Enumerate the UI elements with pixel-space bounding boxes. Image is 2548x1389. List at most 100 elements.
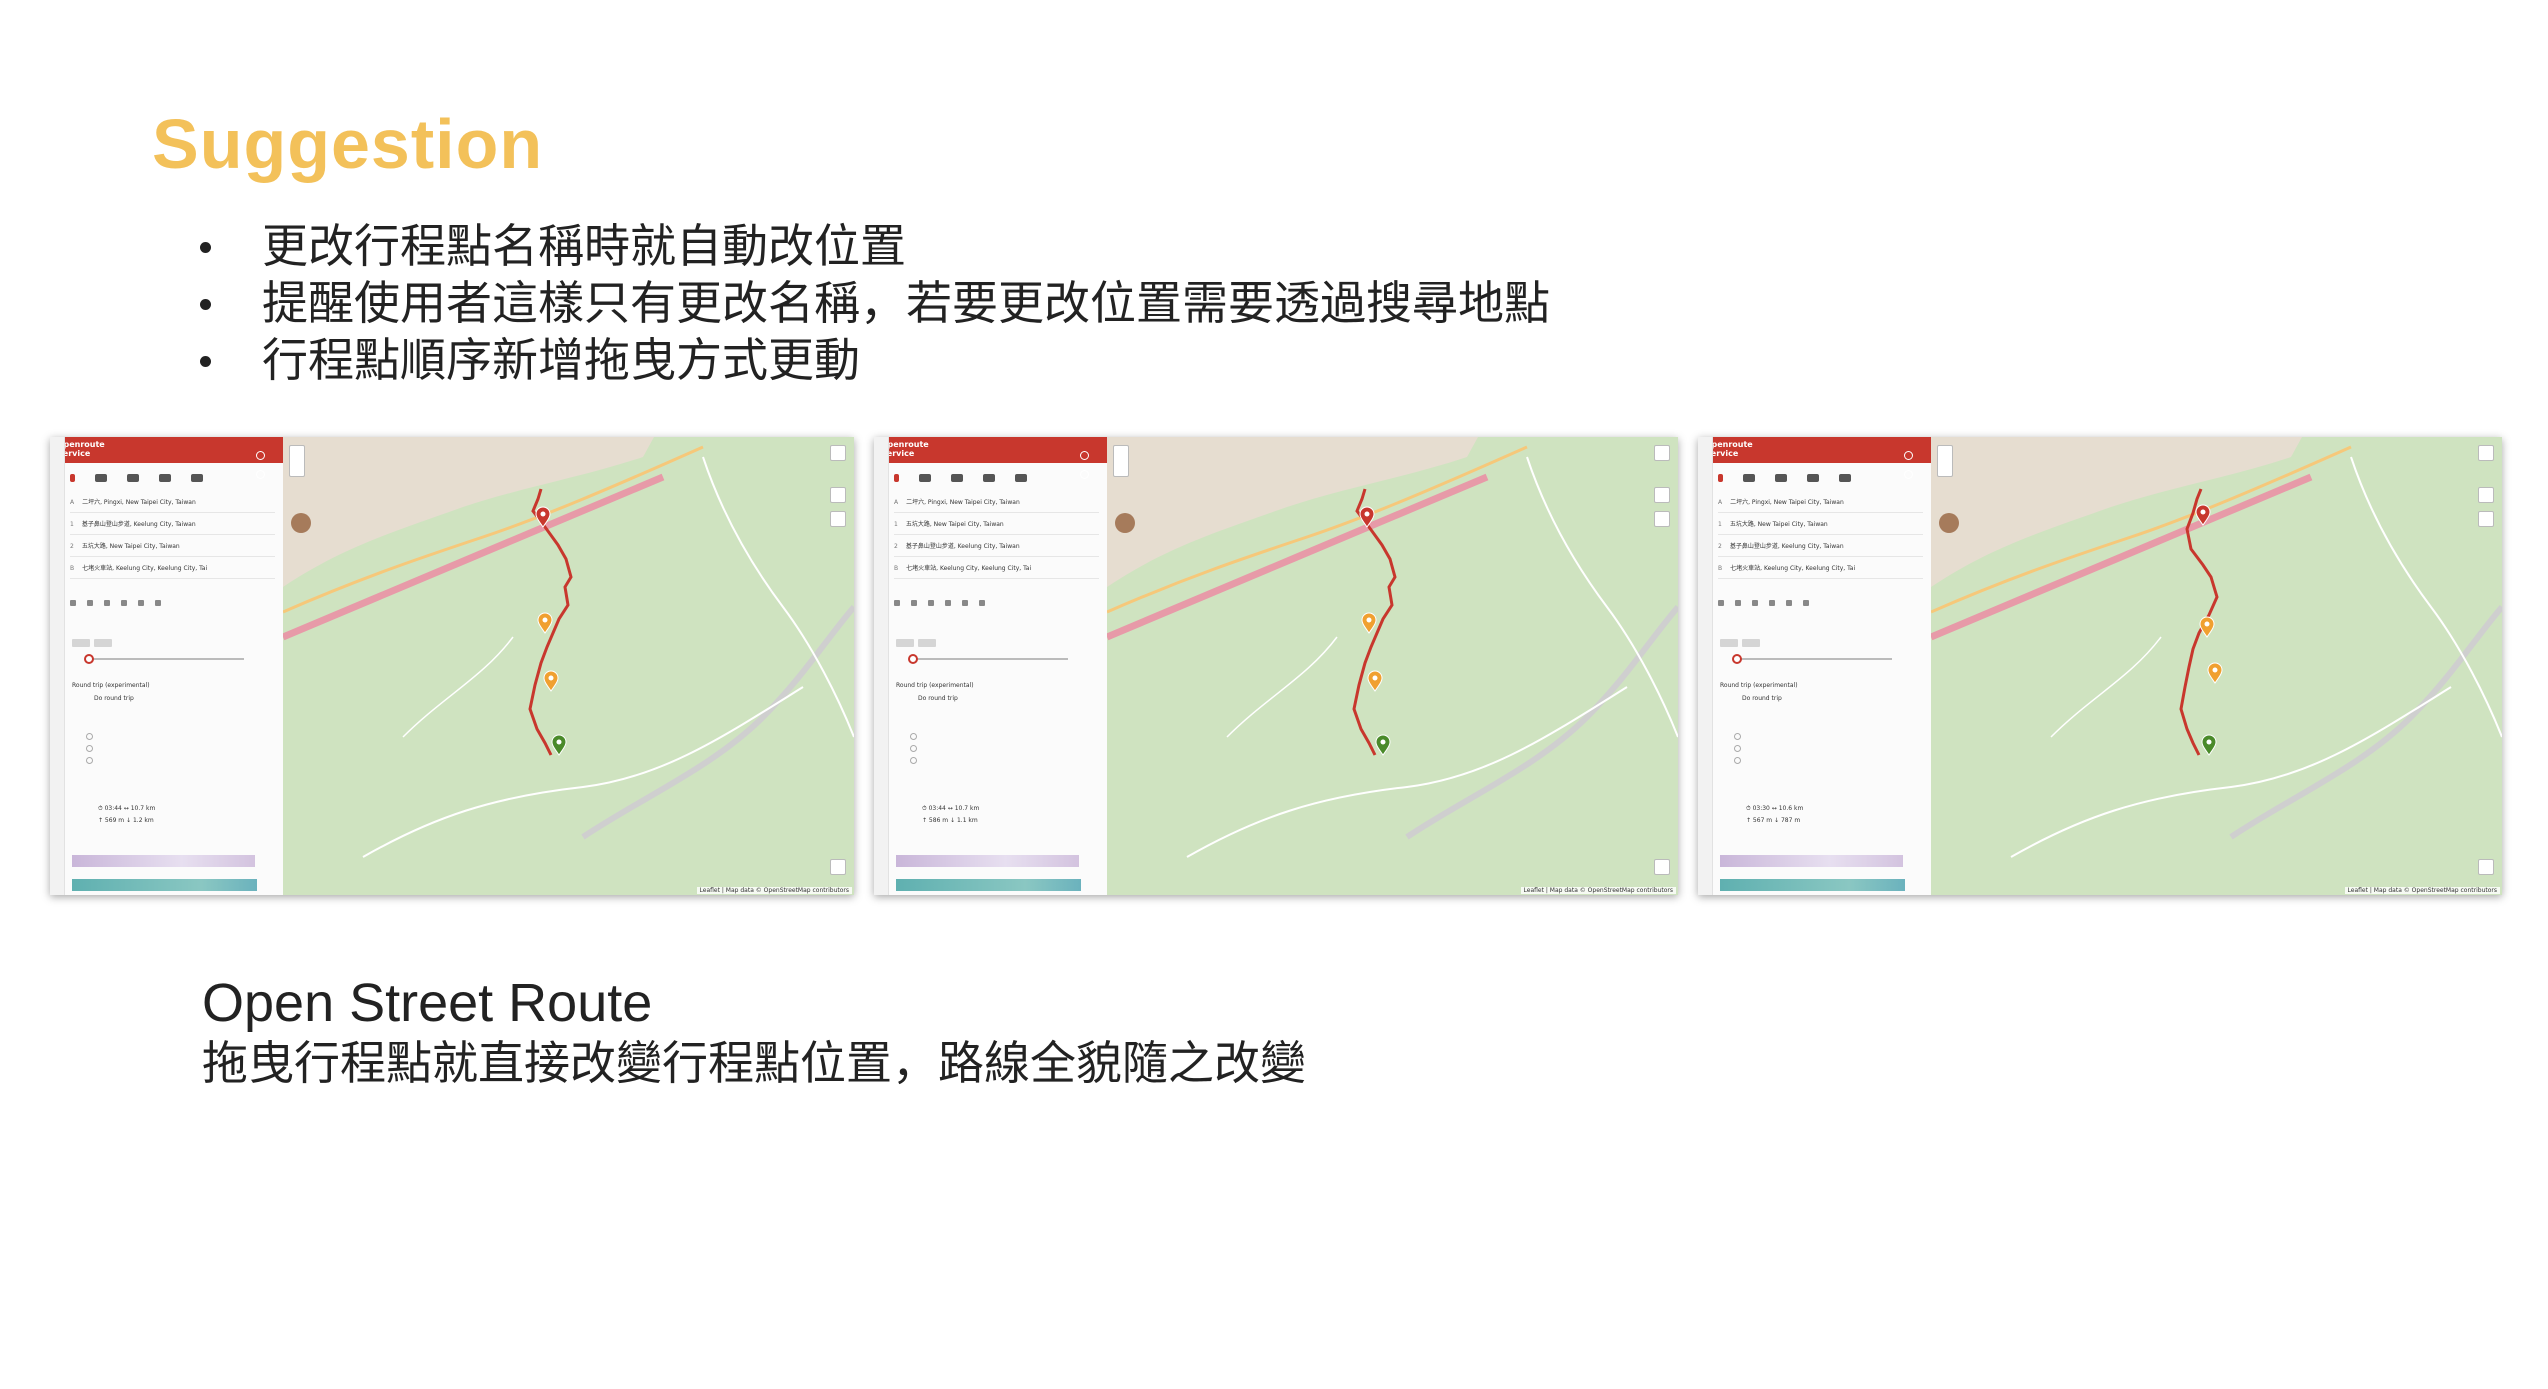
option-chip[interactable]	[94, 639, 112, 647]
option-chip[interactable]	[1720, 639, 1738, 647]
option-radio[interactable]	[1734, 733, 1741, 740]
bike-icon[interactable]	[951, 474, 963, 482]
share-icon[interactable]	[962, 600, 968, 606]
wheelchair-icon[interactable]	[1839, 474, 1851, 482]
locate-icon[interactable]	[830, 511, 846, 527]
layers-icon[interactable]	[830, 487, 846, 503]
walk-icon[interactable]	[159, 474, 171, 482]
reverse-icon[interactable]	[1752, 600, 1758, 606]
do-round-trip-toggle[interactable]: Do round trip	[94, 695, 134, 702]
option-radio[interactable]	[1734, 745, 1741, 752]
waypoint-row[interactable]: 1 五坑大路, New Taipei City, Taiwan	[894, 516, 1099, 535]
share-icon[interactable]	[138, 600, 144, 606]
map-view[interactable]: Leaflet | Map data © OpenStreetMap contr…	[283, 437, 854, 895]
download-icon[interactable]	[979, 600, 985, 606]
fullscreen-icon[interactable]	[1654, 859, 1670, 875]
left-rail	[50, 437, 65, 895]
route-summary: ⏱ 03:30 ↔ 10.6 km	[1746, 805, 1804, 812]
zoom-control[interactable]	[1937, 445, 1953, 477]
layers-icon[interactable]	[1654, 487, 1670, 503]
option-radio[interactable]	[1734, 757, 1741, 764]
locate-icon[interactable]	[1654, 511, 1670, 527]
bike-icon[interactable]	[127, 474, 139, 482]
fullscreen-icon[interactable]	[830, 859, 846, 875]
share-icon[interactable]	[1786, 600, 1792, 606]
option-chip[interactable]	[72, 639, 90, 647]
fullscreen-icon[interactable]	[2478, 859, 2494, 875]
reverse-icon[interactable]	[104, 600, 110, 606]
do-round-trip-toggle[interactable]: Do round trip	[1742, 695, 1782, 702]
route-slider-handle[interactable]	[908, 654, 918, 664]
route-slider-track[interactable]	[1734, 658, 1892, 660]
waypoint-text: 基子鼻山登山步道, Keelung City, Taiwan	[81, 521, 196, 528]
walk-icon[interactable]	[1807, 474, 1819, 482]
bike-icon[interactable]	[1775, 474, 1787, 482]
option-radio[interactable]	[910, 757, 917, 764]
waypoint-row[interactable]: 1 基子鼻山登山步道, Keelung City, Taiwan	[70, 516, 275, 535]
waypoint-row[interactable]: A 二坪六, Pingxi, New Taipei City, Taiwan	[1718, 494, 1923, 513]
route-slider-handle[interactable]	[1732, 654, 1742, 664]
map-attribution[interactable]: Leaflet | Map data © OpenStreetMap contr…	[1520, 887, 1676, 894]
add-icon[interactable]	[894, 600, 900, 606]
download-icon[interactable]	[1803, 600, 1809, 606]
wheelchair-icon[interactable]	[191, 474, 203, 482]
waypoint-row[interactable]: B 七堵火車站, Keelung City, Keelung City, Tai	[894, 560, 1099, 579]
car-icon[interactable]	[894, 474, 899, 482]
route-slider-track[interactable]	[86, 658, 244, 660]
option-chip[interactable]	[1742, 639, 1760, 647]
add-icon[interactable]	[1718, 600, 1724, 606]
zoom-control[interactable]	[289, 445, 305, 477]
help-icon[interactable]	[1080, 451, 1089, 460]
map-view[interactable]: Leaflet | Map data © OpenStreetMap contr…	[1931, 437, 2502, 895]
option-chip[interactable]	[896, 639, 914, 647]
route-slider-handle[interactable]	[84, 654, 94, 664]
zoom-control[interactable]	[1113, 445, 1129, 477]
route-slider-track[interactable]	[910, 658, 1068, 660]
map-attribution[interactable]: Leaflet | Map data © OpenStreetMap contr…	[2344, 887, 2500, 894]
locate-icon[interactable]	[2478, 511, 2494, 527]
optimize-icon[interactable]	[121, 600, 127, 606]
caption: Open Street Route 拖曳行程點就直接改變行程點位置，路線全貌隨之…	[202, 972, 1306, 1092]
add-icon[interactable]	[70, 600, 76, 606]
truck-icon[interactable]	[919, 474, 931, 482]
option-radio[interactable]	[86, 745, 93, 752]
option-radio[interactable]	[86, 757, 93, 764]
waypoint-row[interactable]: 2 基子鼻山登山步道, Keelung City, Taiwan	[894, 538, 1099, 557]
car-icon[interactable]	[1718, 474, 1723, 482]
waypoint-row[interactable]: 1 五坑大路, New Taipei City, Taiwan	[1718, 516, 1923, 535]
ors-side-panel: openroute service A 二坪六, Pingxi, New Taip…	[50, 437, 284, 895]
waypoint-row[interactable]: B 七堵火車站, Keelung City, Keelung City, Tai	[1718, 560, 1923, 579]
walk-icon[interactable]	[983, 474, 995, 482]
waypoint-row[interactable]: B 七堵火車站, Keelung City, Keelung City, Tai	[70, 560, 275, 579]
do-round-trip-toggle[interactable]: Do round trip	[918, 695, 958, 702]
option-radio[interactable]	[910, 733, 917, 740]
wheelchair-icon[interactable]	[1015, 474, 1027, 482]
reverse-icon[interactable]	[928, 600, 934, 606]
waypoint-row[interactable]: A 二坪六, Pingxi, New Taipei City, Taiwan	[70, 494, 275, 513]
layers-icon[interactable]	[2478, 487, 2494, 503]
option-radio[interactable]	[86, 733, 93, 740]
help-icon[interactable]	[1904, 451, 1913, 460]
map-attribution[interactable]: Leaflet | Map data © OpenStreetMap contr…	[696, 887, 852, 894]
waypoint-row[interactable]: 2 基子鼻山登山步道, Keelung City, Taiwan	[1718, 538, 1923, 557]
optimize-icon[interactable]	[1769, 600, 1775, 606]
zoom-in-icon[interactable]	[830, 445, 846, 461]
truck-icon[interactable]	[1743, 474, 1755, 482]
waypoint-row[interactable]: A 二坪六, Pingxi, New Taipei City, Taiwan	[894, 494, 1099, 513]
zoom-in-icon[interactable]	[1654, 445, 1670, 461]
clear-icon[interactable]	[1735, 600, 1741, 606]
zoom-in-icon[interactable]	[2478, 445, 2494, 461]
car-icon[interactable]	[70, 474, 75, 482]
clear-icon[interactable]	[911, 600, 917, 606]
clear-icon[interactable]	[87, 600, 93, 606]
map-view[interactable]: Leaflet | Map data © OpenStreetMap contr…	[1107, 437, 1678, 895]
help-icon[interactable]	[256, 451, 265, 460]
optimize-icon[interactable]	[945, 600, 951, 606]
waypoint-row[interactable]: 2 五坑大路, New Taipei City, Taiwan	[70, 538, 275, 557]
waypoint-tag: 2	[70, 543, 74, 550]
truck-icon[interactable]	[95, 474, 107, 482]
download-icon[interactable]	[155, 600, 161, 606]
left-rail	[874, 437, 889, 895]
option-radio[interactable]	[910, 745, 917, 752]
option-chip[interactable]	[918, 639, 936, 647]
